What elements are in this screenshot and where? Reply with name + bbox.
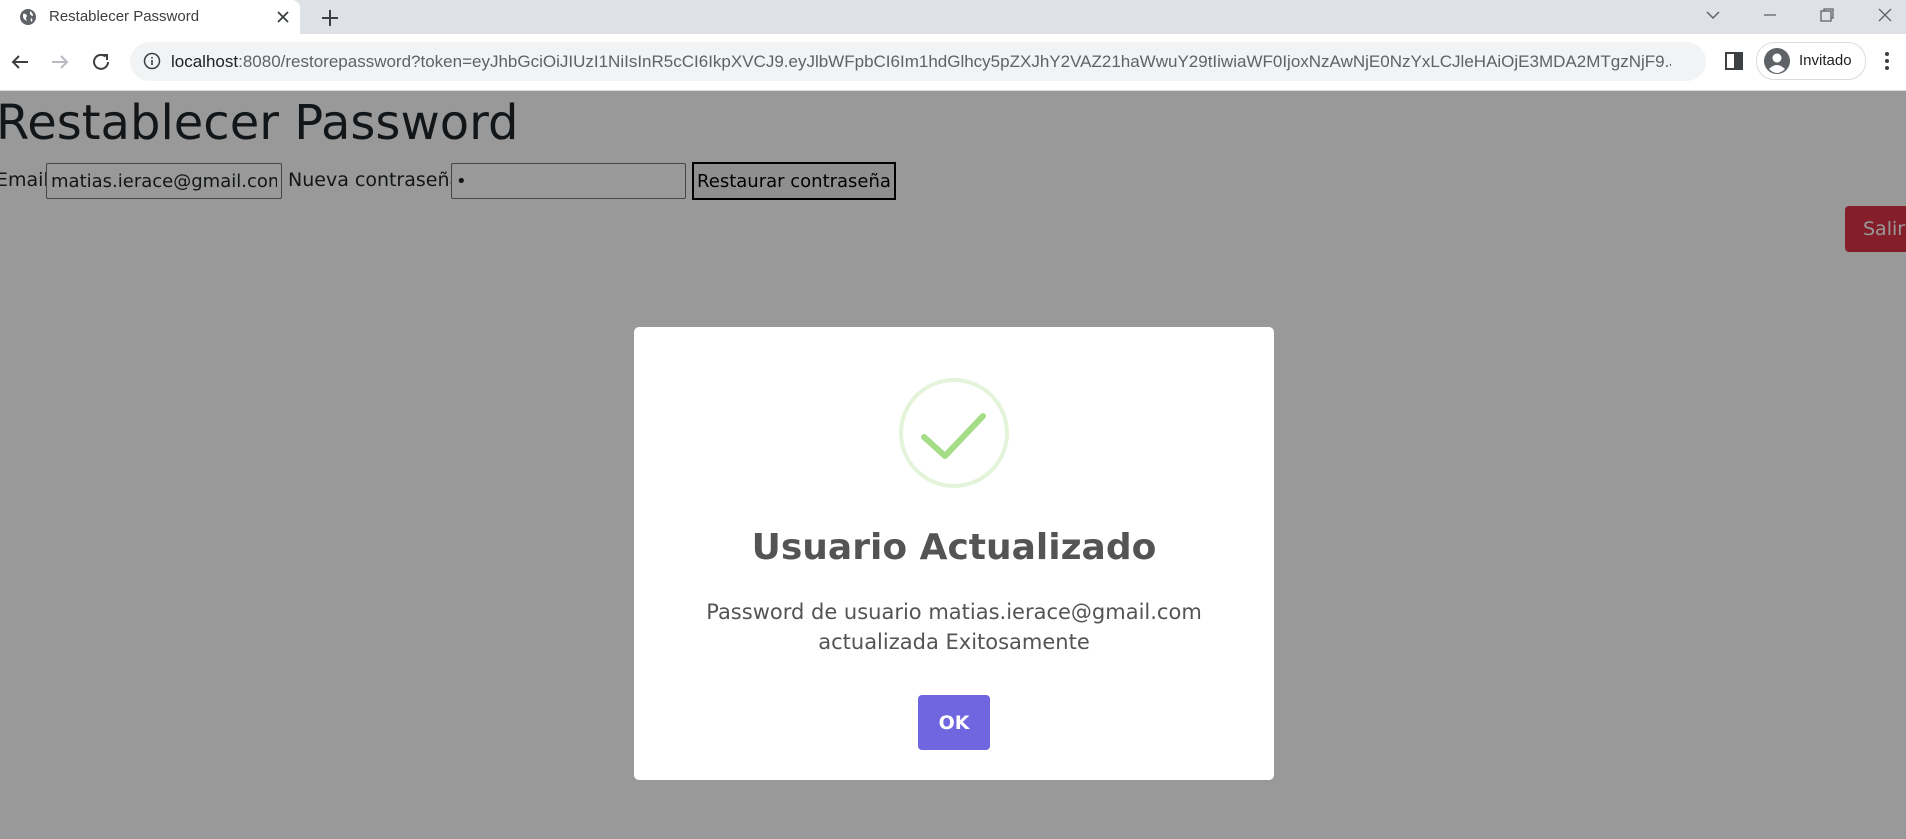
url-host: localhost	[171, 52, 239, 71]
close-icon[interactable]	[274, 8, 292, 26]
globe-icon	[20, 9, 36, 25]
forward-arrow-icon[interactable]	[48, 50, 72, 74]
info-icon[interactable]	[143, 52, 161, 70]
success-check-icon	[899, 378, 1009, 488]
dialog-message: Password de usuario matias.ierace@gmail.…	[706, 600, 1202, 654]
success-dialog: Usuario Actualizado Password de usuario …	[634, 327, 1274, 780]
plus-icon[interactable]	[318, 6, 342, 30]
dialog-title: Usuario Actualizado	[751, 527, 1157, 568]
side-panel-icon[interactable]	[1723, 50, 1745, 72]
kebab-menu-icon[interactable]	[1876, 50, 1898, 72]
browser-window: Restablecer Password localhost:8080/rest…	[0, 0, 1906, 839]
profile-button[interactable]: Invitado	[1756, 42, 1866, 80]
tab-restablecer-password[interactable]: Restablecer Password	[0, 0, 300, 34]
browser-toolbar: localhost:8080/restorepassword?token=eyJ…	[0, 34, 1906, 91]
avatar-icon	[1764, 48, 1790, 74]
back-arrow-icon[interactable]	[8, 50, 32, 74]
chevron-down-icon[interactable]	[1702, 4, 1724, 26]
ok-button[interactable]: OK	[918, 695, 990, 750]
url-text: localhost:8080/restorepassword?token=eyJ…	[171, 52, 1671, 72]
restore-icon[interactable]	[1816, 4, 1838, 26]
reload-icon[interactable]	[89, 50, 113, 74]
address-bar[interactable]: localhost:8080/restorepassword?token=eyJ…	[130, 42, 1706, 81]
profile-label: Invitado	[1799, 52, 1852, 69]
window-close-icon[interactable]	[1874, 4, 1896, 26]
tab-title: Restablecer Password	[49, 8, 200, 25]
url-path: :8080/restorepassword?token=eyJhbGciOiJI…	[238, 52, 1671, 71]
tab-strip: Restablecer Password	[0, 0, 1906, 34]
minimize-icon[interactable]	[1759, 4, 1781, 26]
